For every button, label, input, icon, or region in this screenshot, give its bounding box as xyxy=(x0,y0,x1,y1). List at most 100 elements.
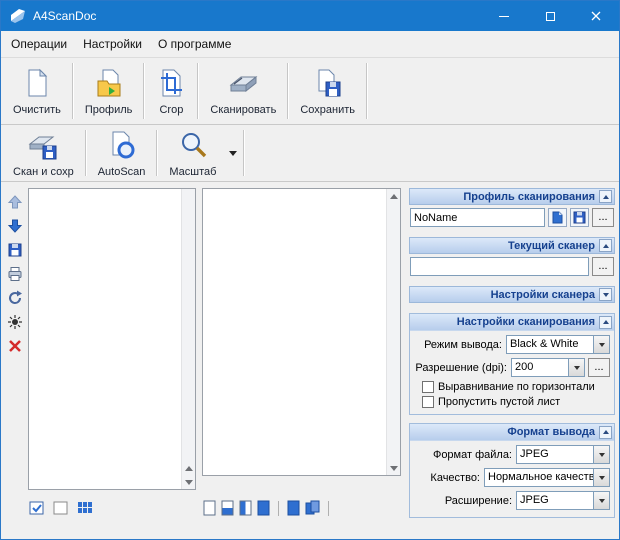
toolbar-separator xyxy=(72,63,74,119)
scan-button[interactable]: Сканировать xyxy=(201,65,285,118)
scroll-up-button[interactable] xyxy=(387,189,400,203)
minimize-button[interactable] xyxy=(481,1,527,31)
collapse-button[interactable] xyxy=(599,426,612,439)
extension-select[interactable]: JPEG xyxy=(516,491,610,510)
scroll-up-icon xyxy=(185,466,193,471)
profile-more-button[interactable]: ... xyxy=(592,208,614,227)
checkbox-icon xyxy=(422,381,434,393)
menu-operations[interactable]: Операции xyxy=(3,32,75,56)
double-page-icon xyxy=(305,500,320,516)
thumbnail-grid-button[interactable] xyxy=(77,500,93,516)
prev-page-button[interactable] xyxy=(287,500,300,516)
chevron-down-icon xyxy=(593,446,609,463)
scanner-settings-section-header[interactable]: Настройки сканера xyxy=(409,286,615,303)
chevron-down-icon xyxy=(593,469,609,486)
align-horizontal-label: Выравнивание по горизонтали xyxy=(438,381,595,393)
zoom-dropdown-button[interactable] xyxy=(225,133,241,173)
collapse-button[interactable] xyxy=(599,316,612,329)
window-title: A4ScanDoc xyxy=(33,9,96,23)
maximize-button[interactable] xyxy=(527,1,573,31)
chevron-down-icon xyxy=(568,359,584,376)
clear-button-label: Очистить xyxy=(13,104,61,116)
zoom-button[interactable]: Масштаб xyxy=(160,127,225,180)
toolbar-separator xyxy=(366,63,368,119)
autoscan-button[interactable]: AutoScan xyxy=(89,127,155,180)
profile-save-button[interactable] xyxy=(570,208,589,227)
scanner-select-button[interactable]: ... xyxy=(592,257,614,276)
section-title: Настройки сканирования xyxy=(416,316,599,328)
toolbar-separator xyxy=(278,501,279,516)
scroll-down-button[interactable] xyxy=(387,461,400,475)
select-all-button[interactable] xyxy=(29,500,45,516)
app-icon xyxy=(9,7,27,25)
scan-settings-section-header[interactable]: Настройки сканирования xyxy=(410,314,614,331)
quality-select[interactable]: Нормальное качество xyxy=(484,468,610,487)
toolbar-separator xyxy=(243,130,245,176)
rotate-page-button[interactable] xyxy=(5,288,25,308)
autoscan-icon xyxy=(107,130,137,163)
output-mode-select[interactable]: Black & White xyxy=(506,335,610,354)
resolution-value: 200 xyxy=(512,359,568,376)
chevron-down-icon xyxy=(603,293,609,297)
toolbar-separator xyxy=(328,501,329,516)
selection-toolbar xyxy=(29,500,93,516)
image-preview-pane[interactable] xyxy=(202,188,401,476)
current-scanner-input[interactable] xyxy=(410,257,589,276)
view-split-horizontal-button[interactable] xyxy=(221,500,234,516)
extension-row: Расширение: JPEG xyxy=(412,491,610,510)
deselect-all-button[interactable] xyxy=(53,500,69,516)
menubar: Операции Настройки О программе xyxy=(1,31,619,57)
collapse-button[interactable] xyxy=(599,190,612,203)
close-button[interactable] xyxy=(573,1,619,31)
move-down-button[interactable] xyxy=(5,216,25,236)
align-horizontal-checkbox[interactable]: Выравнивание по горизонтали xyxy=(422,381,610,393)
page-list-pane[interactable] xyxy=(28,188,196,490)
scan-and-save-button[interactable]: Скан и сохр xyxy=(4,127,83,180)
skip-blank-label: Пропустить пустой лист xyxy=(438,396,560,408)
resolution-select[interactable]: 200 xyxy=(511,358,585,377)
save-button[interactable]: Сохранить xyxy=(291,65,364,118)
preview-scrollbar[interactable] xyxy=(386,189,400,475)
collapse-button[interactable] xyxy=(599,239,612,252)
scroll-down-icon xyxy=(185,480,193,485)
move-up-button[interactable] xyxy=(5,192,25,212)
scroll-up-button[interactable] xyxy=(182,461,195,475)
save-page-button[interactable] xyxy=(5,240,25,260)
current-scanner-section-header[interactable]: Текущий сканер xyxy=(409,237,615,254)
blank-page-icon xyxy=(22,68,52,101)
resolution-more-button[interactable]: ... xyxy=(588,358,610,377)
clear-button[interactable]: Очистить xyxy=(4,65,70,118)
output-mode-row: Режим вывода: Black & White xyxy=(412,335,610,354)
file-format-select[interactable]: JPEG xyxy=(516,445,610,464)
page-list-scrollbar[interactable] xyxy=(181,189,195,489)
profile-load-button[interactable] xyxy=(548,208,567,227)
print-page-button[interactable] xyxy=(5,264,25,284)
skip-blank-checkbox[interactable]: Пропустить пустой лист xyxy=(422,396,610,408)
output-format-section-header[interactable]: Формат вывода xyxy=(410,424,614,441)
chevron-down-icon xyxy=(229,151,237,156)
blue-page-icon xyxy=(287,500,300,516)
view-split-vertical-button[interactable] xyxy=(239,500,252,516)
scan-and-save-label: Скан и сохр xyxy=(13,166,74,178)
toolbar-separator xyxy=(156,130,158,176)
scroll-up-icon xyxy=(390,194,398,199)
chevron-up-icon xyxy=(603,320,609,324)
view-full-page-button[interactable] xyxy=(257,500,270,516)
chevron-up-icon xyxy=(603,195,609,199)
brightness-button[interactable] xyxy=(5,312,25,332)
view-single-page-button[interactable] xyxy=(203,500,216,516)
scroll-down-button[interactable] xyxy=(182,475,195,489)
quality-label: Качество: xyxy=(412,472,484,484)
collapse-button[interactable] xyxy=(599,288,612,301)
menu-settings[interactable]: Настройки xyxy=(75,32,150,56)
profile-button[interactable]: Профиль xyxy=(76,65,142,118)
profile-name-input[interactable] xyxy=(410,208,545,227)
profile-section-header[interactable]: Профиль сканирования xyxy=(409,188,615,205)
minimize-icon xyxy=(499,16,509,17)
chevron-down-icon xyxy=(593,336,609,353)
next-page-button[interactable] xyxy=(305,500,320,516)
crop-button[interactable]: Crop xyxy=(147,65,195,118)
delete-page-button[interactable] xyxy=(5,336,25,356)
menu-about[interactable]: О программе xyxy=(150,32,239,56)
chevron-up-icon xyxy=(603,430,609,434)
